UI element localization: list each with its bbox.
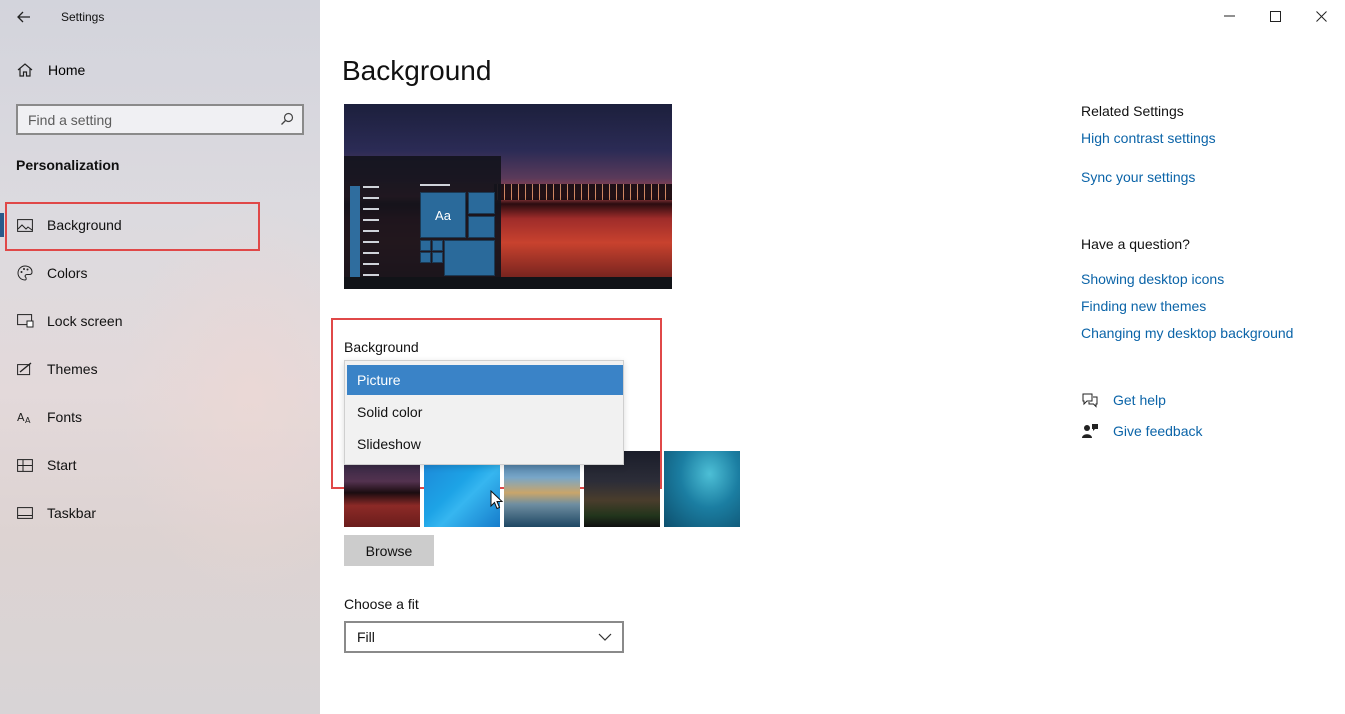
browse-button[interactable]: Browse bbox=[344, 535, 434, 566]
search-icon[interactable] bbox=[280, 112, 294, 126]
close-icon bbox=[1315, 10, 1327, 22]
highlight-annotation bbox=[5, 202, 260, 251]
sidebar-item-label: Start bbox=[47, 457, 77, 473]
section-title: Personalization bbox=[16, 157, 120, 173]
close-button[interactable] bbox=[1298, 0, 1344, 32]
search-placeholder: Find a setting bbox=[28, 111, 113, 128]
link-finding-new-themes[interactable]: Finding new themes bbox=[1081, 298, 1206, 314]
minimize-button[interactable] bbox=[1206, 0, 1252, 32]
maximize-icon bbox=[1269, 10, 1281, 22]
give-feedback-label: Give feedback bbox=[1113, 423, 1203, 439]
link-sync-settings[interactable]: Sync your settings bbox=[1081, 169, 1195, 185]
get-help-label: Get help bbox=[1113, 392, 1166, 408]
sidebar-item-colors[interactable]: Colors bbox=[0, 253, 320, 293]
back-button[interactable] bbox=[12, 6, 36, 28]
sidebar-item-start[interactable]: Start bbox=[0, 445, 320, 485]
preview-skyline bbox=[494, 184, 672, 200]
sidebar-item-themes[interactable]: Themes bbox=[0, 349, 320, 389]
sidebar-item-label: Fonts bbox=[47, 409, 83, 425]
svg-text:A: A bbox=[25, 416, 31, 424]
sidebar: Settings Home Find a setting Personaliza… bbox=[0, 0, 320, 714]
feedback-icon bbox=[1082, 424, 1098, 438]
sidebar-item-lock-screen[interactable]: Lock screen bbox=[0, 301, 320, 341]
dropdown-option-picture[interactable]: Picture bbox=[347, 365, 623, 395]
home-link[interactable]: Home bbox=[16, 62, 85, 78]
background-type-dropdown[interactable]: Picture Solid color Slideshow bbox=[344, 360, 624, 465]
page-title: Background bbox=[342, 55, 492, 86]
get-help-link[interactable]: Get help bbox=[1081, 392, 1166, 408]
sidebar-item-label: Themes bbox=[47, 361, 98, 377]
fit-label: Choose a fit bbox=[344, 596, 419, 612]
mouse-cursor-icon bbox=[490, 490, 504, 510]
link-changing-desktop-background[interactable]: Changing my desktop background bbox=[1081, 325, 1293, 341]
app-title: Settings bbox=[61, 10, 105, 24]
palette-icon bbox=[16, 265, 34, 281]
sidebar-item-taskbar[interactable]: Taskbar bbox=[0, 493, 320, 533]
home-label: Home bbox=[48, 62, 86, 78]
font-icon: AA bbox=[16, 409, 34, 425]
brush-icon bbox=[16, 361, 34, 377]
svg-text:A: A bbox=[17, 411, 25, 424]
sidebar-item-label: Taskbar bbox=[47, 505, 97, 521]
help-chat-icon bbox=[1082, 393, 1098, 408]
taskbar-icon bbox=[16, 505, 34, 521]
link-high-contrast[interactable]: High contrast settings bbox=[1081, 130, 1216, 146]
fit-select[interactable]: Fill bbox=[344, 621, 624, 653]
search-input[interactable]: Find a setting bbox=[16, 104, 304, 135]
start-icon bbox=[16, 457, 34, 473]
fit-select-value: Fill bbox=[357, 629, 375, 645]
question-heading: Have a question? bbox=[1081, 236, 1190, 252]
desktop-preview: Aa bbox=[344, 104, 672, 289]
link-showing-desktop-icons[interactable]: Showing desktop icons bbox=[1081, 271, 1224, 287]
give-feedback-link[interactable]: Give feedback bbox=[1081, 423, 1203, 439]
sidebar-item-fonts[interactable]: AA Fonts bbox=[0, 397, 320, 437]
recent-picture-thumbnail[interactable] bbox=[664, 451, 740, 527]
dropdown-option-slideshow[interactable]: Slideshow bbox=[347, 429, 623, 459]
preview-taskbar bbox=[344, 277, 672, 289]
dropdown-option-solid-color[interactable]: Solid color bbox=[347, 397, 623, 427]
sidebar-item-label: Lock screen bbox=[47, 313, 123, 329]
back-arrow-icon bbox=[17, 11, 30, 23]
preview-start-menu: Aa bbox=[344, 156, 501, 289]
chevron-down-icon bbox=[598, 633, 612, 641]
related-settings-heading: Related Settings bbox=[1081, 103, 1184, 119]
background-label: Background bbox=[344, 339, 419, 355]
sidebar-item-label: Colors bbox=[47, 265, 88, 281]
maximize-button[interactable] bbox=[1252, 0, 1298, 32]
home-icon bbox=[17, 63, 33, 77]
preview-tile: Aa bbox=[420, 192, 466, 238]
minimize-icon bbox=[1223, 15, 1235, 17]
lock-screen-icon bbox=[16, 313, 34, 329]
